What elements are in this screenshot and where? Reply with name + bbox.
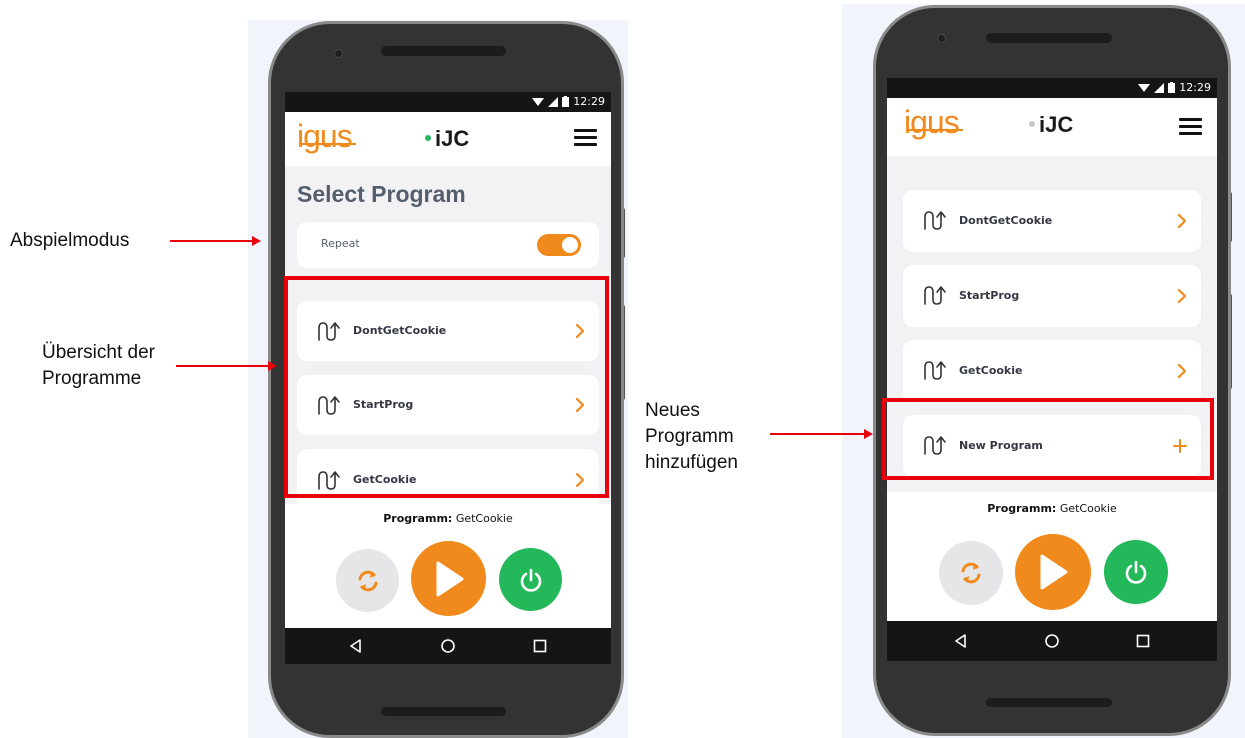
igus-logo[interactable]: igus xyxy=(904,104,963,141)
chevron-right-icon xyxy=(1177,289,1187,303)
hamburger-menu-icon[interactable] xyxy=(1179,118,1202,136)
status-bar: 12:29 xyxy=(887,78,1217,98)
annotation-line: hinzufügen xyxy=(645,452,738,473)
play-button[interactable] xyxy=(1015,534,1091,610)
right-phone: 12:29 igus iJC DontGetCookie StartProg G… xyxy=(873,5,1231,736)
hamburger-menu-icon[interactable] xyxy=(574,129,597,147)
chevron-right-icon xyxy=(1177,214,1187,228)
repeat-label: Repeat xyxy=(321,237,360,250)
left-phone-bottom-speaker xyxy=(381,707,506,716)
annotation-playback-mode: Abspielmodus xyxy=(10,230,130,251)
right-phone-camera xyxy=(937,34,946,43)
annotation-line: Neues xyxy=(645,400,700,421)
current-program-label: Programm: xyxy=(987,502,1057,515)
ijc-logo-text: iJC xyxy=(435,126,470,151)
current-program-value: GetCookie xyxy=(1059,502,1117,515)
annotation-program-overview: Übersicht der Programme xyxy=(42,340,155,392)
toggle-knob xyxy=(562,237,578,253)
android-nav-bar xyxy=(285,628,611,664)
status-dot-icon xyxy=(1029,121,1035,128)
play-icon xyxy=(1040,554,1068,590)
home-circle-icon[interactable] xyxy=(440,638,456,654)
arrow-head-icon xyxy=(268,361,277,371)
current-program: Programm: GetCookie xyxy=(285,512,611,525)
battery-icon xyxy=(562,96,570,107)
ijc-logo: iJC xyxy=(425,126,469,152)
right-phone-screen: 12:29 igus iJC DontGetCookie StartProg G… xyxy=(887,78,1217,661)
status-bar: 12:29 xyxy=(285,92,611,112)
back-triangle-icon[interactable] xyxy=(953,633,969,649)
arrow-new-program xyxy=(770,433,864,435)
ijc-logo: iJC xyxy=(1029,112,1073,138)
arrow-head-icon xyxy=(864,429,873,439)
arrow-playback-mode xyxy=(170,240,252,242)
left-phone-camera xyxy=(334,49,343,58)
current-program-label: Programm: xyxy=(383,512,453,525)
recents-square-icon[interactable] xyxy=(532,638,548,654)
right-phone-top-speaker xyxy=(986,33,1112,43)
program-path-icon xyxy=(924,211,946,230)
annotation-line: Programme xyxy=(42,368,142,389)
program-name: DontGetCookie xyxy=(959,214,1053,227)
refresh-icon xyxy=(961,562,981,584)
power-button[interactable] xyxy=(499,548,562,611)
program-path-icon xyxy=(924,286,946,305)
status-time: 12:29 xyxy=(1179,81,1211,94)
play-icon xyxy=(436,561,463,596)
power-icon xyxy=(1125,560,1147,584)
program-name: GetCookie xyxy=(959,364,1023,377)
chevron-right-icon xyxy=(1177,364,1187,378)
wifi-icon xyxy=(532,97,545,106)
program-item-startprog[interactable]: StartProg xyxy=(903,265,1201,327)
right-phone-bottom-speaker xyxy=(986,698,1112,707)
current-program: Programm: GetCookie xyxy=(887,502,1217,515)
new-program-highlight xyxy=(882,398,1214,480)
program-item-getcookie[interactable]: GetCookie xyxy=(903,340,1201,402)
control-panel: Programm: GetCookie xyxy=(887,492,1217,621)
program-item-dontgetcookie[interactable]: DontGetCookie xyxy=(903,190,1201,252)
android-nav-bar xyxy=(887,621,1217,661)
play-button[interactable] xyxy=(411,541,486,616)
arrow-head-icon xyxy=(252,236,261,246)
repeat-mode-button[interactable] xyxy=(939,541,1003,605)
battery-icon xyxy=(1168,82,1176,93)
page-title: Select Program xyxy=(297,181,466,207)
power-button[interactable] xyxy=(1104,540,1168,604)
ijc-logo-text: iJC xyxy=(1039,112,1074,137)
program-list-highlight xyxy=(284,276,609,498)
app-header: igus iJC xyxy=(887,98,1217,156)
current-program-value: GetCookie xyxy=(455,512,513,525)
refresh-icon xyxy=(358,570,377,591)
annotation-line: Programm xyxy=(645,426,734,447)
repeat-mode-button[interactable] xyxy=(336,549,399,612)
control-panel: Programm: GetCookie xyxy=(285,504,611,628)
repeat-card: Repeat xyxy=(297,222,599,268)
igus-logo[interactable]: igus xyxy=(297,118,356,155)
signal-icon xyxy=(1154,82,1165,93)
left-phone-top-speaker xyxy=(381,46,506,56)
program-name: StartProg xyxy=(959,289,1020,302)
annotation-line: Übersicht der xyxy=(42,342,155,363)
signal-icon xyxy=(548,96,559,107)
arrow-program-overview xyxy=(176,365,268,367)
back-triangle-icon[interactable] xyxy=(348,638,364,654)
program-path-icon xyxy=(924,361,946,380)
status-dot-icon xyxy=(425,135,431,142)
power-icon xyxy=(520,568,541,592)
app-header: igus iJC xyxy=(285,112,611,166)
recents-square-icon[interactable] xyxy=(1135,633,1151,649)
status-time: 12:29 xyxy=(573,95,605,108)
repeat-toggle[interactable] xyxy=(537,234,581,256)
annotation-new-program: Neues Programm hinzufügen xyxy=(645,398,738,476)
home-circle-icon[interactable] xyxy=(1044,633,1060,649)
wifi-icon xyxy=(1138,83,1151,92)
